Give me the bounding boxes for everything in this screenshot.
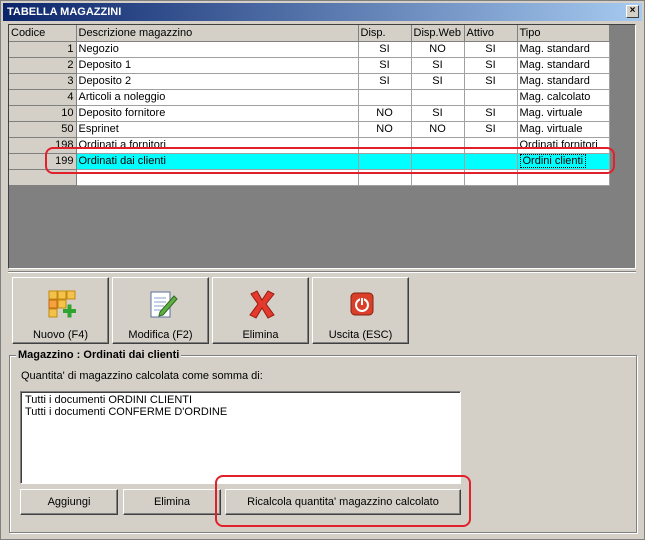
column-header-attivo[interactable]: Attivo	[464, 25, 518, 42]
cell-disp[interactable]	[358, 169, 412, 186]
exit-button-label: Uscita (ESC)	[328, 329, 393, 341]
cell-disp-web[interactable]: NO	[411, 41, 465, 58]
cell-descrizione[interactable]: Deposito 2	[76, 73, 359, 90]
cell-codice[interactable]: 199	[9, 153, 77, 170]
cell-codice[interactable]	[9, 169, 77, 186]
cell-disp-web[interactable]	[411, 169, 465, 186]
cell-attivo[interactable]: SI	[464, 41, 518, 58]
table-row[interactable]: 198 Ordinati a fornitori Ordinati fornitor…	[9, 137, 610, 154]
table-row[interactable]: 4 Articoli a noleggio Mag. calcolato	[9, 89, 610, 106]
delete-button-label: Elimina	[242, 329, 279, 341]
cell-tipo[interactable]: Ordini clienti	[517, 153, 610, 170]
edit-button-label: Modifica (F2)	[128, 329, 193, 341]
cell-disp[interactable]	[358, 89, 412, 106]
cell-disp[interactable]: NO	[358, 121, 412, 138]
group-description: Quantita' di magazzino calcolata come so…	[21, 370, 263, 382]
table-row[interactable]	[9, 169, 610, 186]
cell-descrizione[interactable]: Esprinet	[76, 121, 359, 138]
table-row[interactable]: 1 Negozio SI NO SI Mag. standard	[9, 41, 610, 58]
cell-tipo[interactable]: Ordinati fornitori	[517, 137, 610, 154]
cell-tipo[interactable]: Mag. virtuale	[517, 105, 610, 122]
new-grid-plus-icon	[48, 290, 76, 318]
column-header-tipo[interactable]: Tipo	[517, 25, 610, 42]
divider	[8, 271, 636, 273]
cell-attivo[interactable]: SI	[464, 57, 518, 74]
cell-descrizione[interactable]: Deposito fornitore	[76, 105, 359, 122]
magazzini-window: TABELLA MAGAZZINI × Codice Descrizione m…	[0, 0, 645, 540]
close-button[interactable]: ×	[626, 5, 639, 18]
edit-button[interactable]: Modifica (F2)	[112, 277, 209, 344]
cell-disp[interactable]: SI	[358, 41, 412, 58]
cell-codice[interactable]: 4	[9, 89, 77, 106]
cell-attivo[interactable]	[464, 169, 518, 186]
delete-button[interactable]: Elimina	[212, 277, 309, 344]
cell-disp[interactable]: NO	[358, 105, 412, 122]
edit-document-icon	[150, 291, 178, 318]
cell-disp-web[interactable]	[411, 153, 465, 170]
column-header-descrizione[interactable]: Descrizione magazzino	[76, 25, 359, 42]
cell-attivo[interactable]	[464, 89, 518, 106]
cell-descrizione[interactable]: Articoli a noleggio	[76, 89, 359, 106]
cell-codice[interactable]: 3	[9, 73, 77, 90]
window-title: TABELLA MAGAZZINI	[7, 6, 122, 18]
column-header-disp-web[interactable]: Disp.Web	[411, 25, 465, 42]
warehouse-grid: Codice Descrizione magazzino Disp. Disp.…	[8, 24, 636, 269]
cell-descrizione[interactable]: Negozio	[76, 41, 359, 58]
cell-tipo[interactable]: Mag. standard	[517, 57, 610, 74]
table-row[interactable]: 3 Deposito 2 SI SI SI Mag. standard	[9, 73, 610, 90]
cell-codice[interactable]: 50	[9, 121, 77, 138]
group-title: Magazzino : Ordinati dai clienti	[16, 349, 182, 361]
cell-tipo[interactable]: Mag. virtuale	[517, 121, 610, 138]
list-item[interactable]: Tutti i documenti ORDINI CLIENTI	[25, 394, 456, 406]
power-icon	[350, 292, 374, 316]
cell-attivo[interactable]: SI	[464, 73, 518, 90]
new-button-label: Nuovo (F4)	[32, 329, 89, 341]
cell-tipo[interactable]: Mag. standard	[517, 73, 610, 90]
cell-disp-web[interactable]: SI	[411, 57, 465, 74]
cell-codice[interactable]: 2	[9, 57, 77, 74]
delete-x-icon	[249, 290, 275, 319]
cell-descrizione[interactable]: Deposito 1	[76, 57, 359, 74]
table-row[interactable]: 199 Ordinati dai clienti Ordini clienti	[9, 153, 610, 170]
cell-attivo[interactable]	[464, 153, 518, 170]
column-header-codice[interactable]: Codice	[9, 25, 77, 42]
cell-disp-web[interactable]	[411, 89, 465, 106]
cell-descrizione[interactable]	[76, 169, 359, 186]
cell-descrizione[interactable]: Ordinati a fornitori	[76, 137, 359, 154]
documents-listbox[interactable]: Tutti i documenti ORDINI CLIENTI Tutti i…	[20, 391, 461, 484]
add-button[interactable]: Aggiungi	[20, 489, 118, 515]
cell-attivo[interactable]	[464, 137, 518, 154]
new-button[interactable]: Nuovo (F4)	[12, 277, 109, 344]
table-row[interactable]: 2 Deposito 1 SI SI SI Mag. standard	[9, 57, 610, 74]
cell-disp[interactable]: SI	[358, 57, 412, 74]
warehouse-table: Codice Descrizione magazzino Disp. Disp.…	[9, 25, 610, 186]
exit-button[interactable]: Uscita (ESC)	[312, 277, 409, 344]
table-row[interactable]: 50 Esprinet NO NO SI Mag. virtuale	[9, 121, 610, 138]
table-row[interactable]: 10 Deposito fornitore NO SI SI Mag. virtuale	[9, 105, 610, 122]
cell-disp[interactable]: SI	[358, 73, 412, 90]
cell-codice[interactable]: 1	[9, 41, 77, 58]
cell-disp-web[interactable]: SI	[411, 73, 465, 90]
cell-codice[interactable]: 198	[9, 137, 77, 154]
cell-disp-web[interactable]: NO	[411, 121, 465, 138]
recalculate-button[interactable]: Ricalcola quantita' magazzino calcolato	[225, 489, 461, 515]
cell-codice[interactable]: 10	[9, 105, 77, 122]
cell-tipo-text: Ordini clienti	[519, 154, 587, 168]
cell-tipo[interactable]	[517, 169, 610, 186]
title-bar: TABELLA MAGAZZINI ×	[3, 3, 642, 21]
remove-button[interactable]: Elimina	[123, 489, 221, 515]
cell-disp[interactable]	[358, 153, 412, 170]
cell-disp-web[interactable]: SI	[411, 105, 465, 122]
cell-tipo[interactable]: Mag. standard	[517, 41, 610, 58]
cell-disp[interactable]	[358, 137, 412, 154]
column-header-disp[interactable]: Disp.	[358, 25, 412, 42]
cell-disp-web[interactable]	[411, 137, 465, 154]
list-item[interactable]: Tutti i documenti CONFERME D'ORDINE	[25, 406, 456, 418]
cell-tipo[interactable]: Mag. calcolato	[517, 89, 610, 106]
cell-attivo[interactable]: SI	[464, 105, 518, 122]
cell-attivo[interactable]: SI	[464, 121, 518, 138]
cell-descrizione[interactable]: Ordinati dai clienti	[76, 153, 359, 170]
